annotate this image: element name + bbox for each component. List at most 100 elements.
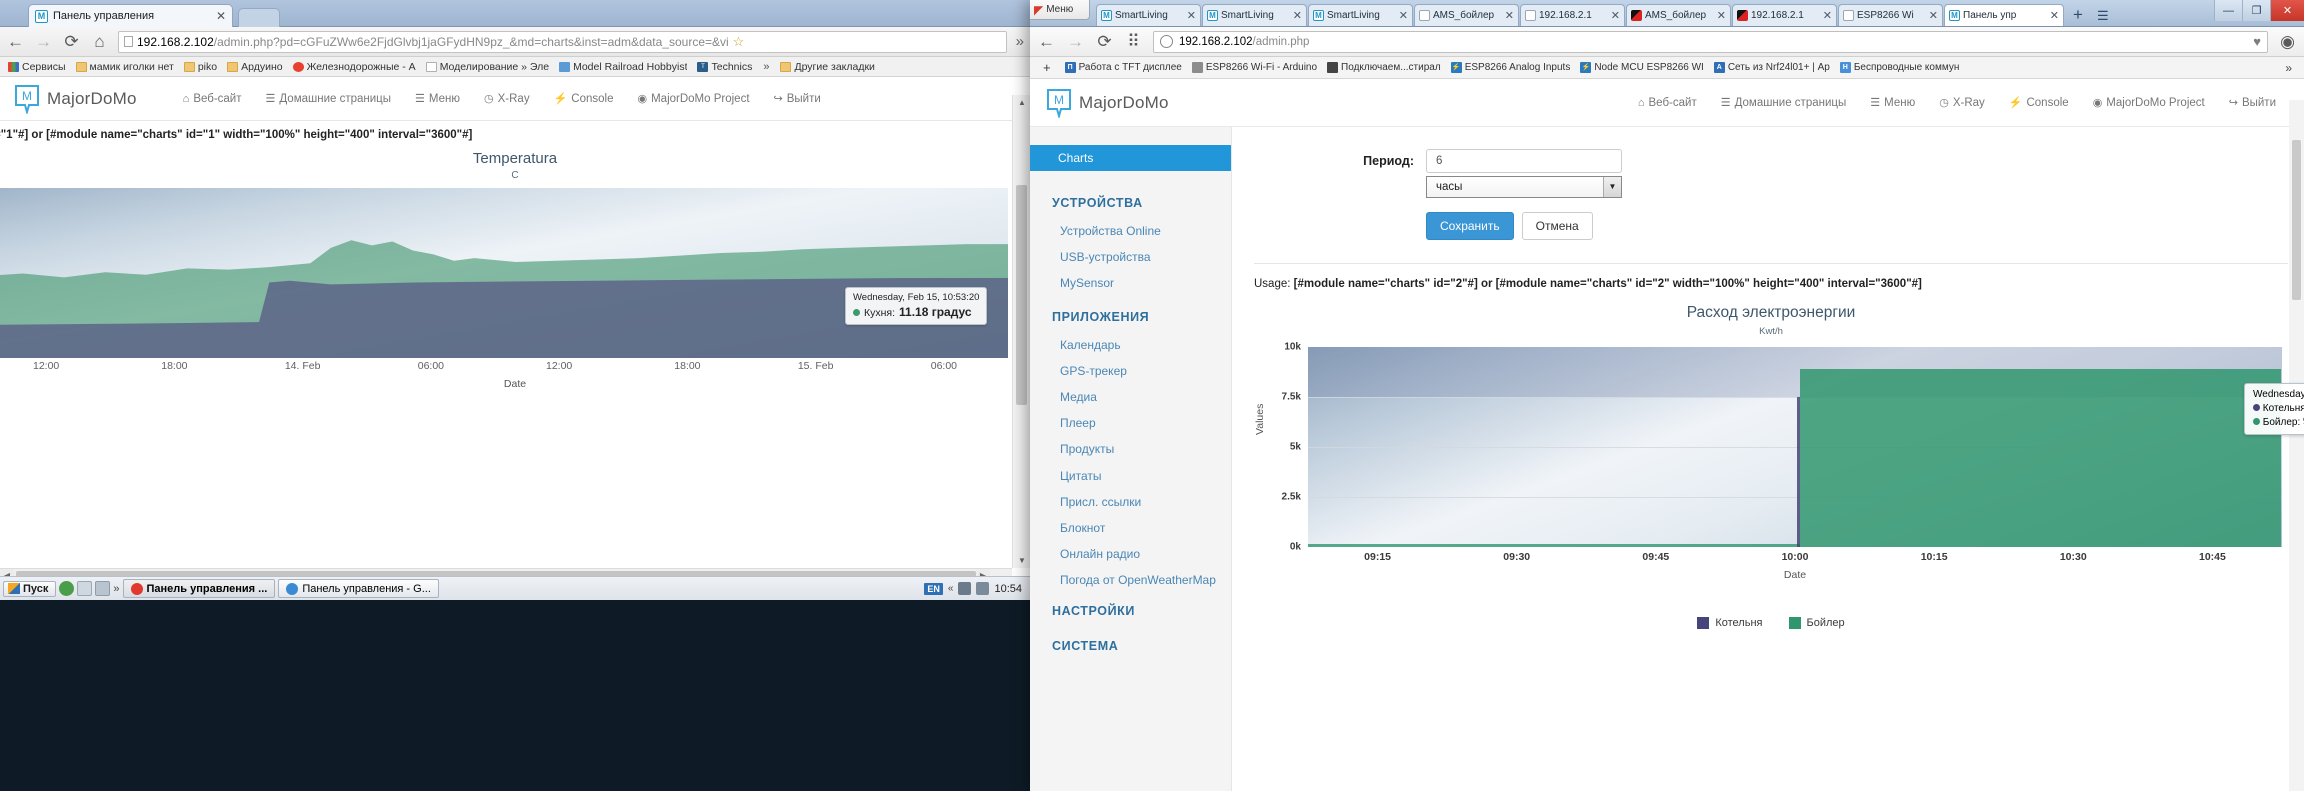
close-icon[interactable]: ✕ [1823,9,1832,22]
sidebar-item-quotes[interactable]: Цитаты [1030,463,1231,489]
quicklaunch-overflow-icon[interactable]: » [113,583,119,595]
maximize-icon[interactable]: ❐ [2242,0,2270,21]
legend-item-boiler[interactable]: Бойлер [1789,617,1845,629]
bookmark-item[interactable]: ПРабота с TFT дисплее [1060,61,1187,74]
legend-item-kotelnya[interactable]: Котельня [1697,617,1762,629]
bookmark-item[interactable]: HБеспроводные коммун [1835,61,1965,74]
bookmark-item-other[interactable]: Другие закладки [775,60,879,74]
nav-item-menu[interactable]: ☰Меню [1858,96,1927,109]
bookmarks-overflow-icon[interactable]: » [2277,61,2300,75]
bookmark-item[interactable]: Сервисы [3,60,71,74]
sidebar-item-mysensor[interactable]: MySensor [1030,270,1231,296]
taskbar-button[interactable]: Панель управления - G... [278,579,439,598]
chrome-quicklaunch-icon[interactable] [59,581,74,596]
tab-list-icon[interactable]: ☰ [2091,8,2115,26]
nav-item-website[interactable]: ⌂Веб-сайт [1626,97,1709,109]
reload-icon[interactable]: ⟳ [62,32,81,52]
close-icon[interactable]: ✕ [1929,9,1938,22]
profile-icon[interactable]: ◉ [2278,32,2297,52]
sidebar-item-calendar[interactable]: Календарь [1030,332,1231,358]
left-vertical-scrollbar[interactable]: ▲ ▼ [1012,95,1030,568]
sidebar-item-notepad[interactable]: Блокнот [1030,515,1231,541]
sidebar-item-player[interactable]: Плеер [1030,410,1231,436]
bookmark-item[interactable]: ⚡Node MCU ESP8266 WI [1575,61,1709,74]
browser-menu-icon[interactable]: » [1016,33,1024,50]
sidebar-item-devices-online[interactable]: Устройства Online [1030,218,1231,244]
scroll-down-icon[interactable]: ▼ [1013,553,1030,568]
bookmark-item[interactable]: TTechnics [692,60,757,74]
bookmark-item[interactable]: AСеть из Nrf24l01+ | Ар [1709,61,1835,74]
left-browser-tab[interactable]: M Панель управления ✕ [28,4,233,27]
back-icon[interactable]: ← [1037,32,1056,52]
opera-menu-button[interactable]: ◤ Меню [1030,0,1090,20]
close-icon[interactable]: ✕ [1717,9,1726,22]
nav-item-project[interactable]: ◉MajorDoMo Project [2081,96,2217,109]
tray-expand-icon[interactable]: « [948,583,954,594]
start-button[interactable]: Пуск [3,581,56,597]
scroll-thumb[interactable] [2292,140,2301,300]
close-icon[interactable]: ✕ [216,9,226,23]
bookmark-item[interactable]: piko [179,60,222,74]
bookmark-item[interactable]: ESP8266 Wi-Fi - Arduino [1187,61,1322,74]
nav-item-logout[interactable]: ↪Выйти [2217,96,2288,109]
taskbar-button[interactable]: Панель управления ... [123,579,276,598]
heart-icon[interactable]: ♥ [2253,34,2261,49]
period-unit-select[interactable]: часы ▼ [1426,176,1622,198]
bookmark-item[interactable]: мамик иголки нет [71,60,179,74]
brand[interactable]: M MajorDoMo [1046,88,1169,118]
sidebar-item-weather[interactable]: Погода от OpenWeatherMap [1030,567,1231,591]
brand[interactable]: M MajorDoMo [14,84,137,114]
volume-icon[interactable] [976,582,989,595]
nav-item-console[interactable]: ⚡Console [1997,96,2081,109]
close-window-icon[interactable]: ✕ [2270,0,2304,21]
minimize-icon[interactable]: — [2214,0,2242,21]
scroll-up-icon[interactable]: ▲ [1013,95,1030,110]
nav-item-home-pages[interactable]: ☰Домашние страницы [1709,96,1859,109]
browser-tab[interactable]: ESP8266 Wi✕ [1838,4,1943,26]
add-bookmark-icon[interactable]: + [1034,60,1060,75]
save-button[interactable]: Сохранить [1426,212,1514,240]
cancel-button[interactable]: Отмена [1522,212,1593,240]
sidebar-header-system[interactable]: СИСТЕМА [1030,626,1231,661]
nav-item-website[interactable]: ⌂Веб-сайт [171,93,254,105]
new-tab-icon[interactable]: + [2065,5,2091,26]
sidebar-item-online-radio[interactable]: Онлайн радио [1030,541,1231,567]
network-icon[interactable] [958,582,971,595]
reload-icon[interactable]: ⟳ [1095,32,1114,52]
sidebar-header-settings[interactable]: НАСТРОЙКИ [1030,591,1231,626]
chevron-down-icon[interactable]: ▼ [1603,177,1621,197]
nav-item-xray[interactable]: ◷X-Ray [1927,96,1997,109]
forward-icon[interactable]: → [1066,32,1085,52]
bookmark-item[interactable]: ⚡ESP8266 Analog Inputs [1446,61,1576,74]
left-inactive-tab[interactable] [238,8,280,27]
scroll-thumb[interactable] [1016,185,1027,405]
close-icon[interactable]: ✕ [1293,9,1302,22]
close-icon[interactable]: ✕ [1399,9,1408,22]
back-icon[interactable]: ← [6,32,25,52]
apps-icon[interactable]: ⠿ [1124,32,1143,52]
browser-tab-active[interactable]: MПанель упр✕ [1944,4,2064,26]
nav-item-project[interactable]: ◉MajorDoMo Project [625,92,761,105]
close-icon[interactable]: ✕ [1187,9,1196,22]
close-icon[interactable]: ✕ [1611,9,1620,22]
right-vertical-scrollbar[interactable] [2289,100,2304,791]
bookmark-item[interactable]: Подключаем...стирал [1322,61,1446,74]
home-icon[interactable]: ⌂ [90,32,109,52]
browser-tab[interactable]: MSmartLiving✕ [1202,4,1307,26]
period-input[interactable]: 6 [1426,149,1622,173]
bookmarks-overflow-icon[interactable]: » [757,61,775,73]
bookmark-item[interactable]: Железнодорожные - А [288,60,421,74]
nav-item-xray[interactable]: ◷X-Ray [472,92,542,105]
nav-item-home-pages[interactable]: ☰Домашние страницы [254,92,404,105]
sidebar-item-media[interactable]: Медиа [1030,384,1231,410]
left-address-bar[interactable]: 192.168.2.102/admin.php?pd=cGFuZWw6e2Fjd… [118,31,1007,53]
app-quicklaunch-icon[interactable] [95,581,110,596]
close-icon[interactable]: ✕ [1505,9,1514,22]
explorer-quicklaunch-icon[interactable] [77,581,92,596]
browser-tab[interactable]: 192.168.2.1✕ [1732,4,1837,26]
bookmark-item[interactable]: Model Railroad Hobbyist [554,60,692,74]
browser-tab[interactable]: MSmartLiving✕ [1096,4,1201,26]
language-indicator[interactable]: EN [924,583,943,595]
sidebar-item-usb-devices[interactable]: USB-устройства [1030,244,1231,270]
right-address-bar[interactable]: 192.168.2.102/admin.php ♥ [1153,31,2268,53]
